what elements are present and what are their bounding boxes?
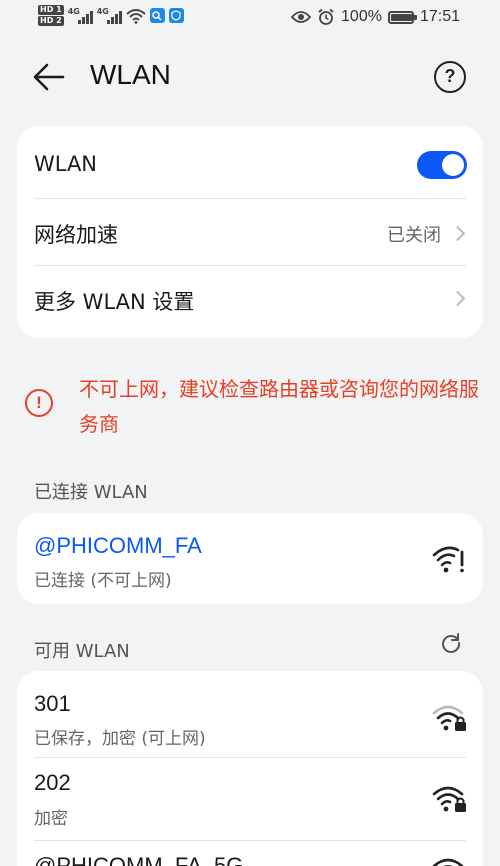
network-acceleration-value: 已关闭 [387,225,441,246]
wlan-label: WLAN [34,152,98,176]
status-bar-right: 100% 17:51 [291,8,460,26]
page-title: WLAN [90,59,171,90]
network-name: @PHICOMM_FA_5G [34,853,244,866]
wifi-lock-icon [432,786,466,812]
status-bar: HD 1 HD 2 4G 4G 100% 17:51 [0,0,500,38]
more-wlan-settings-label: 更多 WLAN 设置 [34,290,195,314]
connected-wlan-header: 已连接 WLAN [34,482,148,503]
no-internet-warning: 不可上网，建议检查路由器或咨询您的网络服务商 [79,377,479,436]
hd-1-badge: HD 1 [38,5,64,15]
eye-icon [291,11,312,23]
signal-2-icon: 4G [96,6,122,24]
help-circle-icon[interactable]: ? [434,61,466,93]
connected-network-status: 已连接 (不可上网) [34,571,172,591]
network-name: 301 [34,691,71,716]
available-network-row-202[interactable]: 202 加密 [17,758,483,840]
chevron-right-icon [449,225,466,242]
settings-card: WLAN 网络加速 已关闭 更多 WLAN 设置 [17,126,483,338]
toggle-knob [442,154,464,176]
wlan-toggle-switch[interactable] [417,151,467,179]
wlan-toggle-row[interactable]: WLAN [17,126,483,198]
status-bar-left: HD 1 HD 2 4G 4G [38,5,184,26]
network-name: 202 [34,770,71,795]
available-network-row-301[interactable]: 301 已保存，加密 (可上网) [17,671,483,757]
shield-app-icon [168,8,184,23]
wifi-status-icon [126,8,146,24]
network-acceleration-label: 网络加速 [34,223,118,247]
title-bar: WLAN ? [0,50,500,106]
available-networks-card: 301 已保存，加密 (可上网) 202 加密 @PHICOMM_FA_5G [17,671,483,866]
hd-indicators: HD 1 HD 2 [38,5,64,26]
connected-network-row[interactable]: @PHICOMM_FA 已连接 (不可上网) [17,513,483,604]
network-status: 已保存，加密 (可上网) [34,729,206,749]
wifi-lock-icon [432,705,466,731]
battery-icon [387,10,417,24]
available-network-row-5g[interactable]: @PHICOMM_FA_5G [17,841,483,866]
more-wlan-settings-row[interactable]: 更多 WLAN 设置 [17,266,483,338]
wifi-lock-icon [432,858,464,866]
chevron-right-icon [449,290,466,307]
refresh-icon[interactable] [440,632,462,654]
clock: 17:51 [419,8,460,25]
network-gen-1: 4G [67,6,80,16]
search-app-icon [149,8,165,23]
available-wlan-header: 可用 WLAN [34,641,130,662]
connected-network-card: @PHICOMM_FA 已连接 (不可上网) [17,513,483,604]
wifi-alert-icon [432,546,464,573]
network-gen-2: 4G [96,6,109,16]
connected-network-name: @PHICOMM_FA [34,533,202,558]
network-acceleration-row[interactable]: 网络加速 已关闭 [17,199,483,265]
signal-1-icon: 4G [67,6,93,24]
hd-2-badge: HD 2 [38,16,64,26]
battery-percent: 100% [341,8,382,25]
battery-fill [390,13,413,21]
alert-circle-icon: ! [25,389,53,417]
network-status: 加密 [34,809,68,829]
arrow-left-icon[interactable] [32,62,66,92]
alarm-icon [318,8,334,25]
